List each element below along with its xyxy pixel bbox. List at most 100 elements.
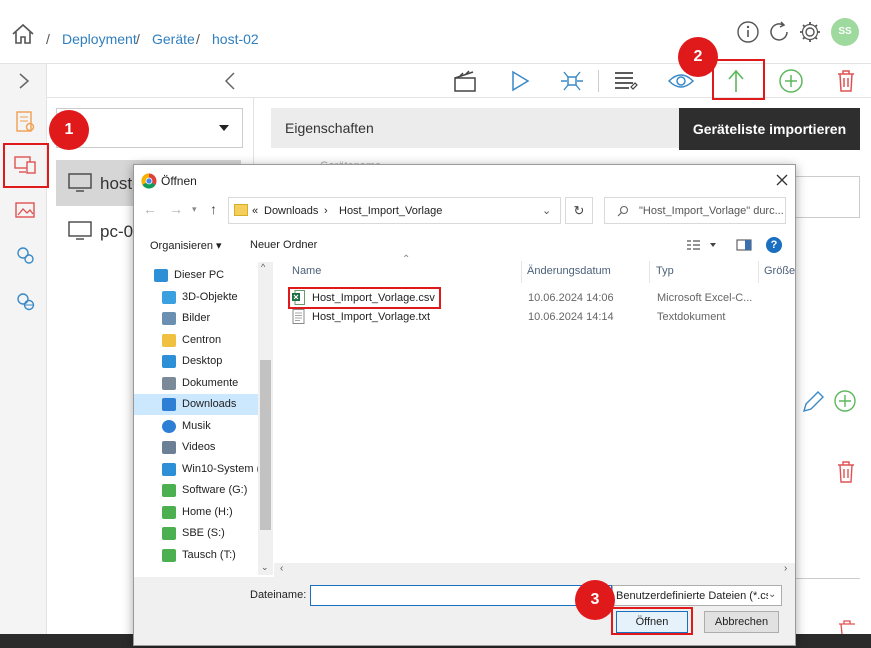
nav-item[interactable]: Tausch (T:) <box>134 545 258 566</box>
chevron-down-icon[interactable]: ⌄ <box>542 204 551 217</box>
trash-icon[interactable] <box>836 460 856 484</box>
file-row-txt[interactable]: Host_Import_Vorlage.txt 10.06.2024 14:14… <box>290 308 790 326</box>
refresh-icon[interactable] <box>767 20 791 44</box>
computer-icon <box>154 269 168 282</box>
scroll-right-icon[interactable]: › <box>784 563 787 574</box>
column-type[interactable]: Typ <box>656 265 674 277</box>
breadcrumb-host[interactable]: host-02 <box>212 31 259 47</box>
horizontal-scrollbar[interactable]: ‹ › <box>274 563 795 577</box>
column-divider[interactable] <box>649 261 650 283</box>
nav-item[interactable]: Home (H:) <box>134 502 258 523</box>
network-drive-icon <box>162 527 176 540</box>
scrollbar-thumb[interactable] <box>260 360 271 530</box>
view-options-icon[interactable] <box>686 239 716 251</box>
highlight-devices-nav <box>3 143 49 188</box>
breadcrumb-separator: / <box>196 31 200 47</box>
breadcrumb-deployment[interactable]: Deployment <box>62 31 137 47</box>
nav-item[interactable]: Dieser PC <box>134 265 258 286</box>
distribute-icon[interactable] <box>559 69 585 93</box>
column-divider[interactable] <box>758 261 759 283</box>
scroll-down-icon[interactable]: ⌄ <box>261 562 269 573</box>
trash-icon[interactable] <box>835 68 857 94</box>
chrome-icon <box>141 173 157 189</box>
back-arrow-icon[interactable]: ← <box>143 201 157 217</box>
filename-label: Dateiname: <box>250 589 307 601</box>
nav-item[interactable]: Videos <box>134 437 258 458</box>
nav-item[interactable]: Musik <box>134 416 258 437</box>
nav-item[interactable]: Win10-System (C <box>134 459 258 480</box>
column-name[interactable]: Name <box>292 265 321 277</box>
close-icon[interactable] <box>775 173 789 187</box>
trash-icon[interactable] <box>838 620 856 634</box>
settings-gear-icon[interactable] <box>798 20 822 44</box>
cancel-button[interactable]: Abbrechen <box>704 611 779 633</box>
import-device-list-button[interactable]: Geräteliste importieren <box>679 108 860 150</box>
nav-item-label: Win10-System (C <box>182 462 258 475</box>
highlight-open-button <box>611 607 693 635</box>
edit-pencil-icon[interactable] <box>800 389 826 415</box>
pictures-icon <box>162 312 176 325</box>
nav-item[interactable]: 3D-Objekte <box>134 287 258 308</box>
callout-badge-1: 1 <box>49 110 89 150</box>
network-settings-icon[interactable] <box>14 290 36 312</box>
up-arrow-icon[interactable]: ↑ <box>210 201 217 217</box>
dropdown-caret-icon <box>219 125 229 131</box>
download-icon <box>162 398 176 411</box>
filename-input[interactable] <box>310 585 612 606</box>
music-icon <box>162 419 176 433</box>
file-type-filter[interactable]: Benutzerdefinierte Dateien (*.cs ⌄ <box>612 585 782 606</box>
column-divider[interactable] <box>521 261 522 283</box>
nav-item[interactable]: SBE (S:) <box>134 523 258 544</box>
help-icon[interactable]: ? <box>766 237 782 253</box>
organize-menu-button[interactable]: Organisieren ▾ <box>150 239 222 252</box>
images-icon[interactable] <box>14 201 36 221</box>
list-icon[interactable] <box>613 69 639 93</box>
add-circle-icon[interactable] <box>778 68 804 94</box>
breadcrumb-geraete[interactable]: Geräte <box>152 31 195 47</box>
divider <box>796 578 860 579</box>
configuration-icon[interactable] <box>14 244 36 266</box>
add-circle-icon[interactable] <box>833 389 857 413</box>
refresh-icon[interactable]: ↻ <box>565 197 593 224</box>
forward-arrow-icon[interactable]: → <box>169 201 183 217</box>
nav-item[interactable]: Desktop <box>134 351 258 372</box>
scroll-up-icon[interactable]: ^ <box>261 262 265 272</box>
nav-item-label: Centron <box>182 333 222 346</box>
preview-pane-icon[interactable] <box>736 239 752 251</box>
dialog-title: Öffnen <box>161 174 197 188</box>
nav-item[interactable]: Centron <box>134 330 258 351</box>
recent-dropdown-icon[interactable]: ▾ <box>192 204 197 215</box>
nav-item-label: Tausch (T:) <box>182 548 236 561</box>
scroll-left-icon[interactable]: ‹ <box>280 563 283 574</box>
address-bar[interactable]: « Downloads › Host_Import_Vorlage ⌄ <box>228 197 561 224</box>
clapperboard-icon[interactable] <box>452 69 478 93</box>
column-size[interactable]: Größe <box>764 265 795 277</box>
home-icon[interactable] <box>10 22 36 46</box>
info-icon[interactable] <box>736 20 760 44</box>
nav-item[interactable]: Software (G:) <box>134 480 258 501</box>
text-file-icon <box>292 309 305 324</box>
callout-badge-2: 2 <box>678 37 718 77</box>
system-drive-icon <box>162 462 176 476</box>
user-avatar[interactable]: SS <box>831 18 859 46</box>
nav-item[interactable]: Bilder <box>134 308 258 329</box>
play-icon[interactable] <box>509 69 531 93</box>
video-icon <box>162 441 176 454</box>
column-date[interactable]: Änderungsdatum <box>527 265 611 277</box>
expand-chevron-icon[interactable] <box>16 72 32 90</box>
search-input[interactable]: "Host_Import_Vorlage" durc... <box>604 197 786 224</box>
new-folder-button[interactable]: Neuer Ordner <box>250 239 317 251</box>
file-date: 10.06.2024 14:06 <box>528 292 614 304</box>
callout-badge-3: 3 <box>575 580 615 620</box>
nav-item-label: 3D-Objekte <box>182 290 238 303</box>
nav-item[interactable]: Dokumente <box>134 373 258 394</box>
nav-scrollbar[interactable]: ^ ⌄ <box>258 262 273 575</box>
tab-eigenschaften[interactable]: Eigenschaften <box>271 108 679 148</box>
folder-icon <box>162 333 176 347</box>
network-drive-icon <box>162 505 176 519</box>
collapse-chevron-icon[interactable] <box>221 70 239 92</box>
software-icon[interactable] <box>14 110 36 134</box>
nav-item[interactable]: Downloads <box>134 394 258 415</box>
path-host-import[interactable]: Host_Import_Vorlage <box>339 205 442 217</box>
path-downloads[interactable]: Downloads <box>264 205 318 217</box>
